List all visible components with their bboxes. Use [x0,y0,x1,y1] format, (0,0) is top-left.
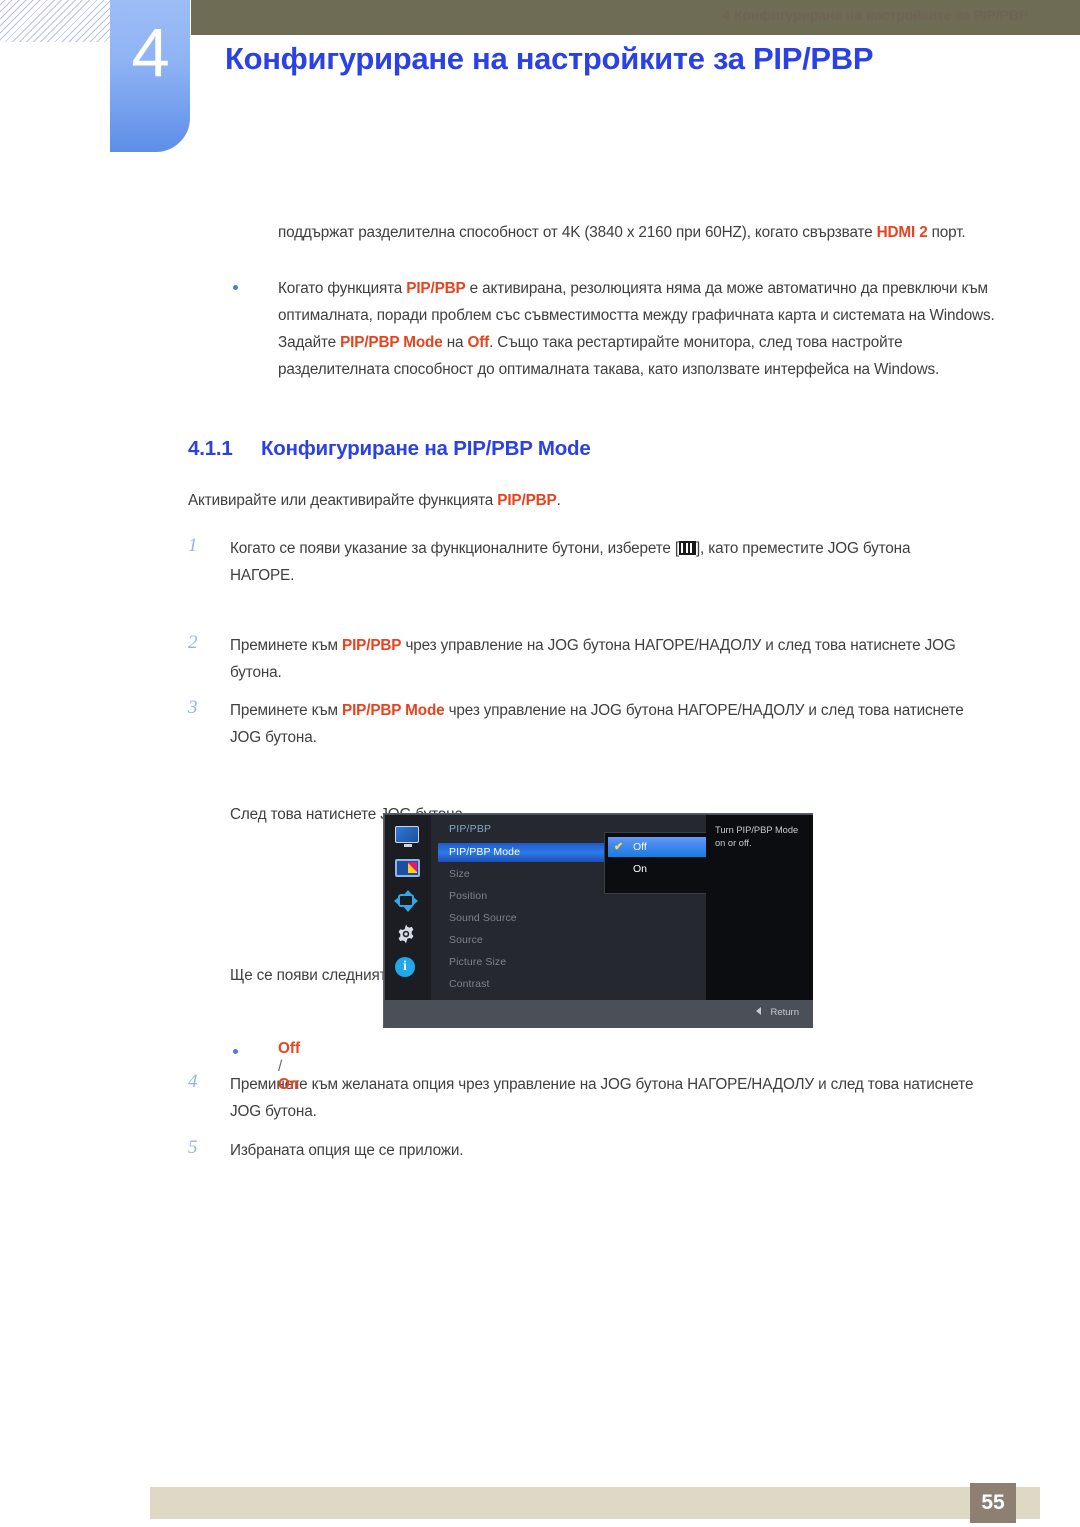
bul-highlight-off: Off [467,334,490,351]
chapter-number: 4 [131,14,169,91]
osd-icon-rail: i [385,815,431,1000]
step-5-body: Избраната опция ще се приложи. [230,1142,464,1159]
footer-bar [150,1487,1040,1519]
bul-text-3: на [442,334,468,351]
menu-bars-icon [678,541,696,555]
section-intro: Активирайте или деактивирайте функцията … [188,487,1008,514]
bullet-dot-icon [233,1049,238,1054]
position-arrows-icon[interactable] [394,890,419,912]
osd-row-picture-size[interactable]: Picture Size [438,953,698,972]
osd-return-button[interactable]: Return [756,1007,799,1018]
osd-menu-panel: PIP/PBP PIP/PBP Mode Size Position Sound… [431,815,749,1000]
osd-row-contrast[interactable]: Contrast [438,975,698,994]
gear-icon[interactable] [395,923,421,945]
osd-row-sound-source[interactable]: Sound Source [438,909,698,928]
step-4-body: Преминете към желаната опция чрез управл… [230,1076,974,1120]
step-1-text-1: Когато се появи указание за функционални… [230,540,679,557]
decorative-hatch-pattern [0,0,112,42]
info-icon[interactable]: i [395,957,415,977]
section-heading: 4.1.1 Конфигуриране на PIP/PBP Mode [188,437,591,461]
step-2-body: Преминете към PIP/PBP чрез управление на… [230,632,978,686]
osd-option-on-label: On [633,863,648,875]
page-number: 55 [970,1483,1016,1523]
step-3-number: 3 [188,697,198,718]
step-4-number: 4 [188,1071,198,1092]
osd-menu-screenshot: i PIP/PBP PIP/PBP Mode Size Position Sou… [383,813,813,1028]
intro-text-1: Активирайте или деактивирайте функцията [188,492,498,509]
display-icon[interactable] [395,826,419,847]
bullet-dot-icon [233,285,238,290]
step-2-text-1: Преминете към [230,637,343,654]
step-2-highlight: PIP/PBP [342,637,402,654]
step-3-text-1: Преминете към [230,702,343,719]
intro-highlight-pippbp: PIP/PBP [497,492,557,509]
footer-text: 4 Конфигуриране на настройките за PIP/PB… [722,7,1028,23]
step-1-number: 1 [188,535,198,556]
check-icon: ✔ [614,841,624,853]
cont-highlight-hdmi2: HDMI 2 [876,224,928,241]
osd-help-text: Turn PIP/PBP Mode on or off. [715,825,799,848]
option-separator: / [278,1058,283,1075]
step-5-number: 5 [188,1137,198,1158]
osd-inner-area: i PIP/PBP PIP/PBP Mode Size Position Sou… [385,815,813,1000]
intro-text-2: . [556,492,561,509]
option-off: Off [278,1040,301,1057]
osd-option-off-label: Off [633,841,647,853]
bul-highlight-pippbp-mode: PIP/PBP Mode [340,334,443,351]
left-arrow-icon [756,1007,762,1015]
osd-return-label: Return [770,1007,799,1018]
cont-text-2: порт. [927,224,966,241]
pip-pbp-icon[interactable] [395,859,421,881]
step-1-body: Когато се появи указание за функционални… [230,535,978,589]
osd-help-panel: Turn PIP/PBP Mode on or off. [706,815,813,1000]
bul-highlight-pippbp: PIP/PBP [406,280,466,297]
section-number: 4.1.1 [188,437,233,460]
option-values: Off / On [278,1040,300,1094]
step-3-body: Преминете към PIP/PBP Mode чрез управлен… [230,697,978,751]
bullet-paragraph: Когато функцията PIP/PBP е активирана, р… [278,275,1008,383]
cont-text-1: поддържат разделителна способност от 4K … [278,224,877,241]
osd-footer: Return [385,1000,813,1028]
osd-row-source[interactable]: Source [438,931,698,950]
step-2-number: 2 [188,632,198,653]
option-on: On [278,1076,300,1093]
osd-menu-title: PIP/PBP [449,823,492,835]
bul-text-1: Когато функцията [278,280,407,297]
page-title: Конфигуриране на настройките за PIP/PBP [225,41,874,76]
continuation-paragraph: поддържат разделителна способност от 4K … [278,219,1006,246]
section-title: Конфигуриране на PIP/PBP Mode [261,437,591,460]
step-3-highlight: PIP/PBP Mode [342,702,445,719]
